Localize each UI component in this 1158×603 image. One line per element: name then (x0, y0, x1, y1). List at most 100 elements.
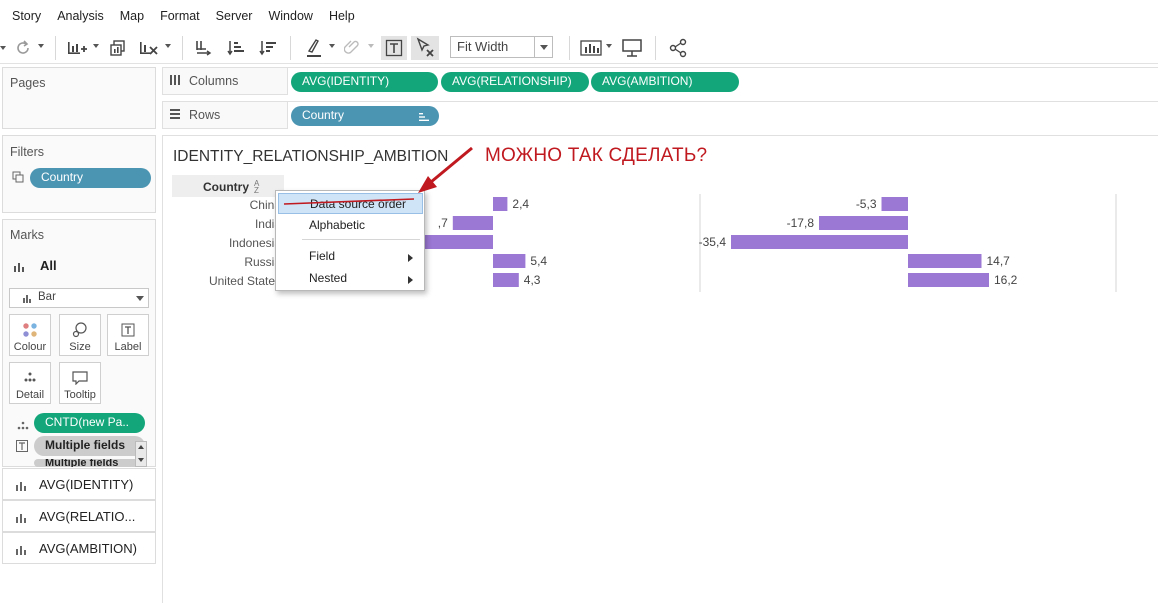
marks-tab-ambition-label: AVG(AMBITION) (39, 541, 137, 556)
scroll-down-icon[interactable] (138, 458, 144, 462)
highlight-icon[interactable] (300, 36, 326, 60)
bar-chart-icon (15, 512, 27, 527)
bar-avg-ambition-india[interactable] (819, 216, 908, 230)
bar-avg-relationship-russia[interactable] (493, 254, 526, 268)
duplicate-sheet-icon[interactable] (106, 36, 130, 60)
label-field-icon (16, 440, 28, 455)
marks-tab-relationship[interactable]: AVG(RELATIO... (2, 500, 156, 532)
submenu-arrow-icon (408, 254, 413, 262)
columns-drop-area[interactable]: AVG(IDENTITY) AVG(RELATIONSHIP) AVG(AMBI… (287, 68, 1158, 95)
swap-rows-columns-icon[interactable] (191, 36, 215, 60)
data-label: -35,4 (699, 235, 727, 249)
bar-avg-relationship-united-states[interactable] (493, 273, 519, 287)
row-label-united-states[interactable]: United States (209, 274, 281, 288)
clear-sheet-caret-icon[interactable] (165, 44, 171, 48)
rows-pill-country[interactable]: Country (291, 106, 439, 126)
redo-caret-icon[interactable] (38, 44, 44, 48)
data-label: 14,7 (987, 254, 1011, 268)
data-label: -17,8 (787, 216, 815, 230)
detail-field-icon (16, 420, 30, 434)
menu-analysis[interactable]: Analysis (49, 9, 112, 23)
attach-caret-icon[interactable] (368, 44, 374, 48)
chevron-down-icon (136, 296, 144, 301)
columns-pill-relationship[interactable]: AVG(RELATIONSHIP) (441, 72, 589, 92)
menu-help[interactable]: Help (321, 9, 363, 23)
menu-item-alphabetic[interactable]: Alphabetic (278, 215, 423, 236)
menu-item-field[interactable]: Field (278, 246, 423, 267)
bar-avg-ambition-united-states[interactable] (908, 273, 989, 287)
marks-tab-relationship-label: AVG(RELATIO... (39, 509, 136, 524)
columns-label-text: Columns (189, 74, 239, 88)
show-mark-labels-icon[interactable] (381, 36, 407, 60)
size-label: Size (69, 341, 91, 353)
marks-panel[interactable]: Marks All Bar Colour Size Label Detail T… (2, 219, 156, 467)
marks-tab-ambition[interactable]: AVG(AMBITION) (2, 532, 156, 564)
field-pill-cntd[interactable]: CNTD(new Pa.. (34, 413, 145, 433)
tooltip-label: Tooltip (64, 389, 96, 401)
data-label: 4,3 (524, 273, 541, 287)
filter-pill-country[interactable]: Country (30, 168, 151, 188)
menu-item-nested-label: Nested (309, 271, 348, 285)
detail-button[interactable]: Detail (9, 362, 51, 404)
menu-window[interactable]: Window (260, 9, 320, 23)
size-button[interactable]: Size (59, 314, 101, 356)
bar-avg-relationship-india[interactable] (452, 216, 493, 230)
field-pill-multiple-fields[interactable]: Multiple fields (34, 436, 145, 456)
label-label: Label (114, 341, 142, 353)
menu-format[interactable]: Format (152, 9, 208, 23)
mark-type-bar-icon (22, 294, 32, 307)
row-label-indonesia[interactable]: Indonesia (229, 236, 281, 250)
data-label: ,7 (438, 216, 448, 230)
rows-drop-area[interactable]: Country (287, 102, 1158, 129)
new-worksheet-caret-icon[interactable] (93, 44, 99, 48)
menu-item-data-source-order[interactable]: Data source order (278, 193, 423, 214)
presentation-mode-icon[interactable] (619, 36, 645, 60)
data-label: 16,2 (994, 273, 1018, 287)
menu-map[interactable]: Map (112, 9, 152, 23)
highlight-caret-icon[interactable] (329, 44, 335, 48)
label-button[interactable]: Label (107, 314, 149, 356)
attach-icon[interactable] (341, 36, 363, 60)
tooltip-button[interactable]: Tooltip (59, 362, 101, 404)
chevron-down-icon (534, 37, 552, 57)
share-icon[interactable] (665, 36, 691, 60)
fit-width-select[interactable]: Fit Width (450, 36, 553, 58)
show-me-caret-icon[interactable] (606, 44, 612, 48)
bar-avg-ambition-russia[interactable] (908, 254, 982, 268)
mark-type-select[interactable]: Bar (9, 288, 149, 308)
bar-avg-relationship-china[interactable] (493, 197, 508, 211)
menu-story[interactable]: Story (4, 9, 49, 23)
filters-panel[interactable]: Filters Country (2, 135, 156, 213)
colour-button[interactable]: Colour (9, 314, 51, 356)
undo-caret-icon[interactable] (0, 36, 8, 60)
scroll-up-icon[interactable] (138, 445, 144, 449)
clear-sheet-icon[interactable] (136, 36, 162, 60)
redo-icon[interactable] (12, 36, 34, 60)
sort-context-menu: Data source order Alphabetic Field Neste… (275, 190, 425, 291)
marks-all-label[interactable]: All (40, 258, 57, 273)
bar-avg-ambition-indonesia[interactable] (731, 235, 908, 249)
sort-ascending-icon[interactable] (224, 36, 248, 60)
columns-pill-identity[interactable]: AVG(IDENTITY) (291, 72, 438, 92)
menu-item-nested[interactable]: Nested (278, 268, 423, 289)
columns-shelf[interactable]: Columns AVG(IDENTITY) AVG(RELATIONSHIP) … (162, 67, 1158, 95)
marks-tab-identity[interactable]: AVG(IDENTITY) (2, 468, 156, 500)
colour-icon (10, 319, 50, 341)
new-worksheet-icon[interactable] (64, 36, 90, 60)
detail-icon (10, 367, 50, 389)
menu-bar: Story Analysis Map Format Server Window … (0, 0, 1158, 32)
bar-avg-ambition-china[interactable] (881, 197, 909, 211)
pages-panel[interactable]: Pages (2, 67, 156, 129)
tableau-app: Story Analysis Map Format Server Window … (0, 0, 1158, 603)
marks-tab-identity-label: AVG(IDENTITY) (39, 477, 134, 492)
menu-server[interactable]: Server (208, 9, 261, 23)
fix-axes-icon[interactable] (411, 36, 439, 60)
bar-avg-relationship-indonesia[interactable] (413, 235, 493, 249)
columns-pill-ambition[interactable]: AVG(AMBITION) (591, 72, 739, 92)
marks-scrollbar[interactable] (135, 441, 147, 467)
field-pill-multiple-fields-2[interactable]: Multiple fields (34, 459, 145, 467)
rows-label-text: Rows (189, 108, 221, 122)
rows-shelf[interactable]: Rows Country (162, 101, 1158, 129)
show-me-icon[interactable] (578, 36, 604, 60)
sort-descending-icon[interactable] (256, 36, 280, 60)
